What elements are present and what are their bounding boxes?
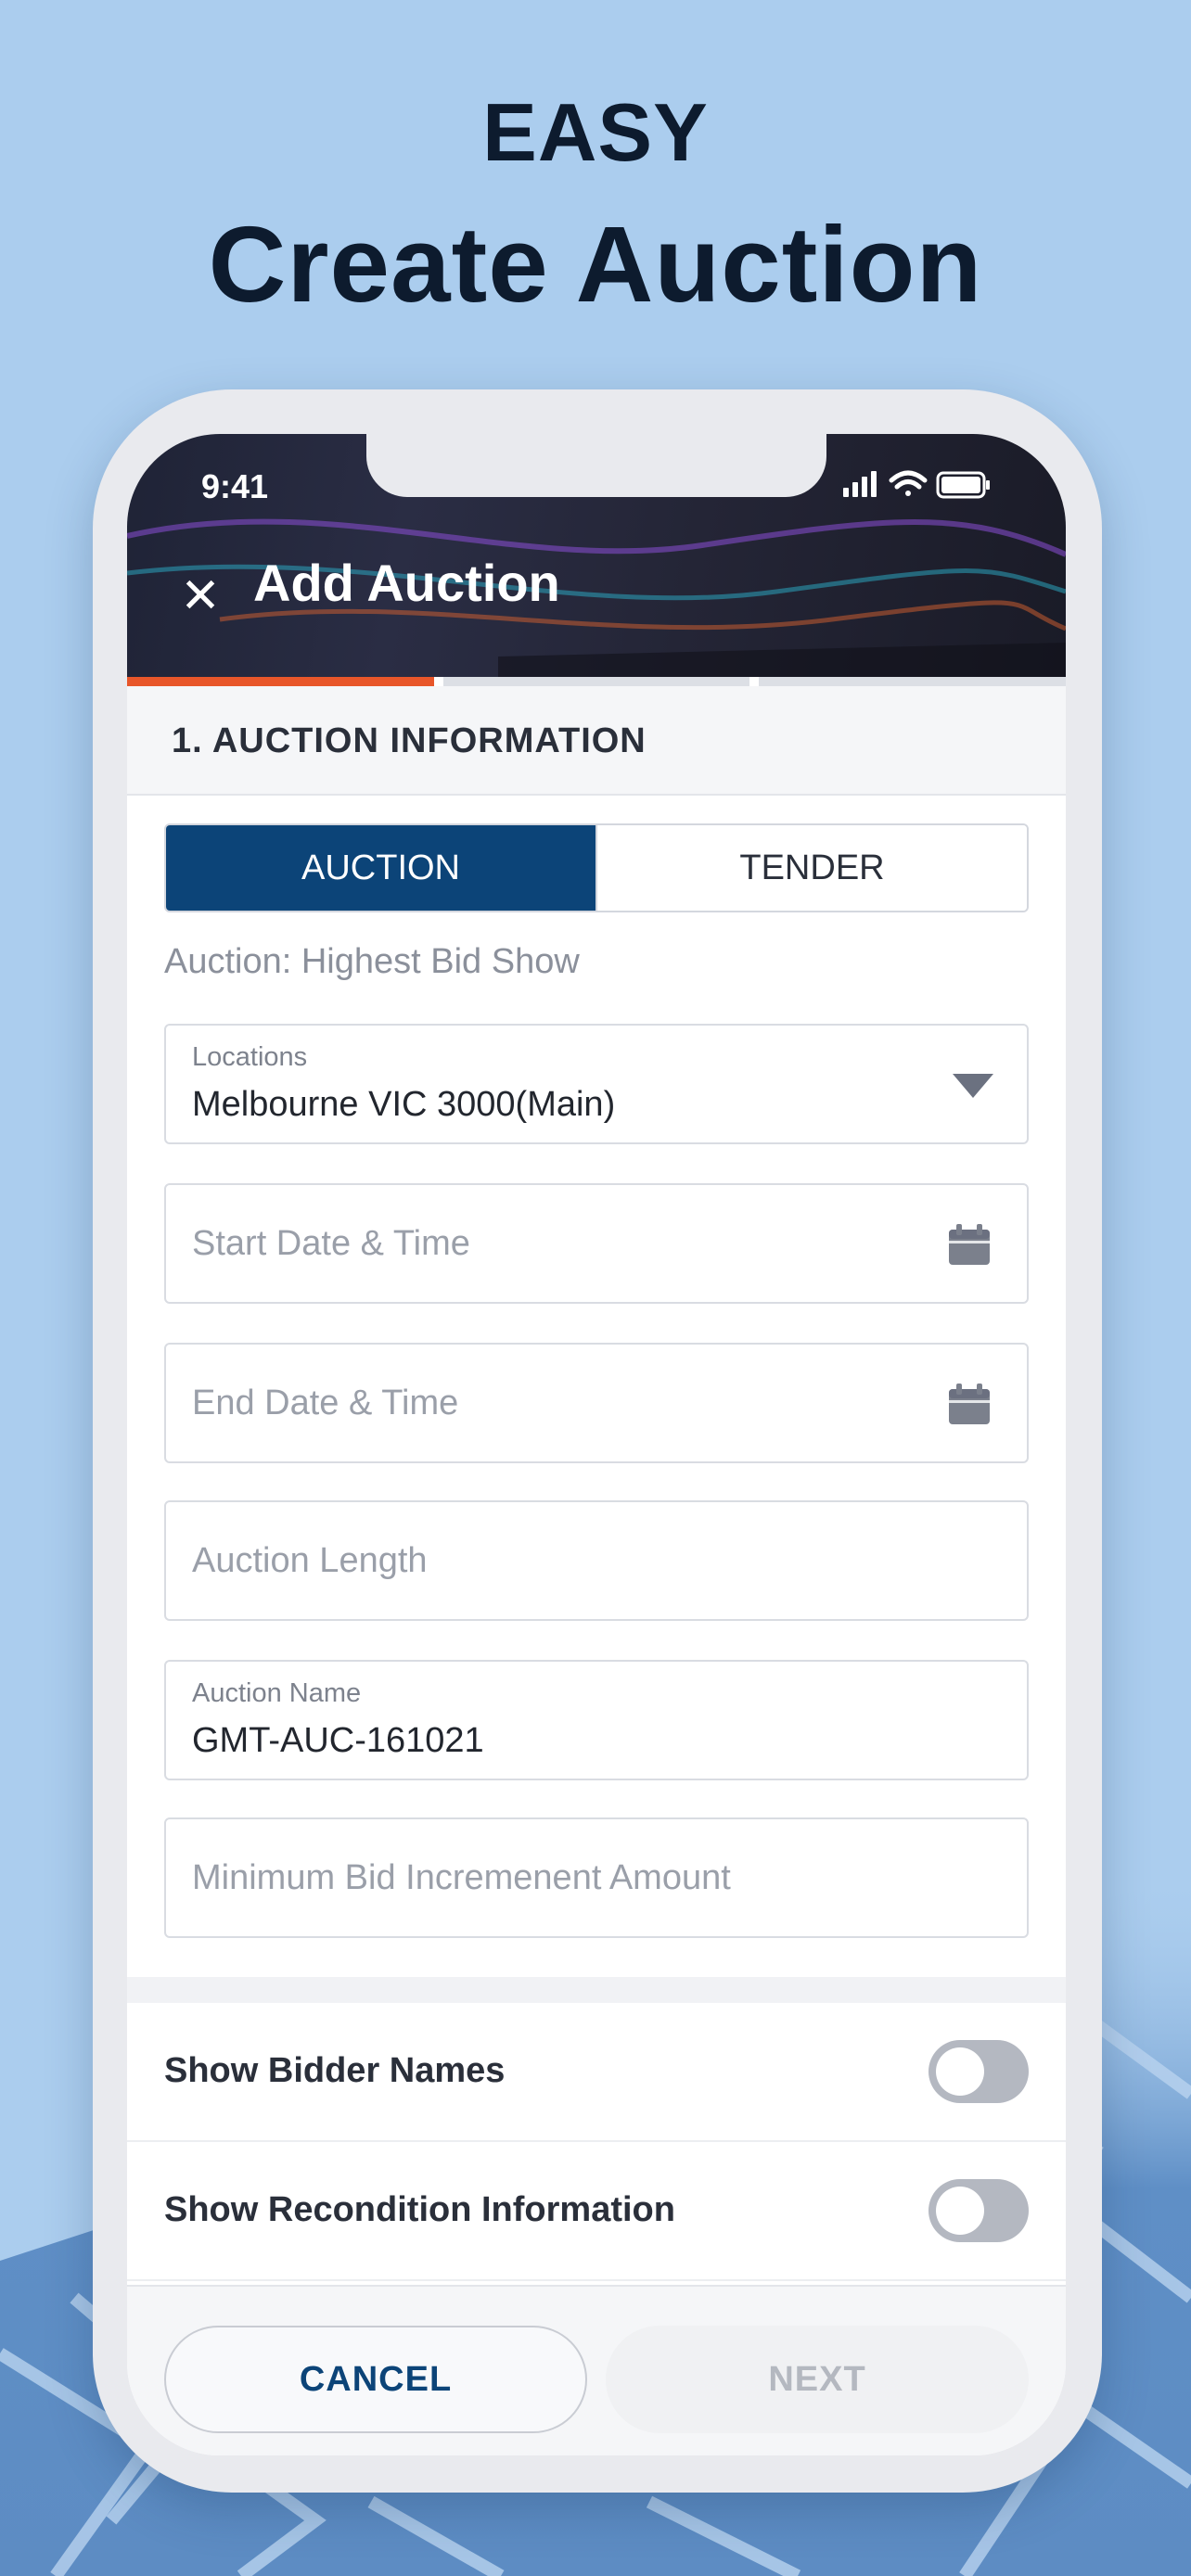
- min-bid-increment-field[interactable]: Minimum Bid Incremenent Amount: [164, 1817, 1029, 1938]
- auction-name-value: GMT-AUC-161021: [192, 1721, 484, 1760]
- show-bidder-names-toggle[interactable]: [928, 2040, 1029, 2103]
- locations-select[interactable]: Locations Melbourne VIC 3000(Main): [164, 1024, 1029, 1144]
- step-progress: [127, 677, 1066, 686]
- auction-type-toggle: AUCTION TENDER: [164, 823, 1029, 912]
- auction-type-auction[interactable]: AUCTION: [166, 825, 596, 911]
- next-button[interactable]: NEXT: [606, 2326, 1029, 2433]
- cancel-button[interactable]: CANCEL: [164, 2326, 587, 2433]
- header-banner: 9:41 ✕ Add Auction: [127, 434, 1066, 677]
- locations-value: Melbourne VIC 3000(Main): [192, 1085, 616, 1124]
- auction-length-placeholder: Auction Length: [192, 1541, 428, 1580]
- end-date-placeholder: End Date & Time: [192, 1384, 459, 1422]
- show-bidder-names-label: Show Bidder Names: [164, 2051, 506, 2090]
- battery-icon: [936, 471, 990, 499]
- show-bidder-names-row: Show Bidder Names: [127, 2003, 1066, 2142]
- dropdown-arrow-icon: [953, 1074, 993, 1098]
- progress-step-3: [759, 677, 1066, 686]
- app-screen: 9:41 ✕ Add Auction 1. AUCTION INFORMATIO…: [127, 434, 1066, 2455]
- show-recondition-row: Show Recondition Information: [127, 2142, 1066, 2281]
- wifi-icon: [889, 470, 928, 496]
- section-header: 1. AUCTION INFORMATION: [127, 686, 1066, 796]
- start-date-field[interactable]: Start Date & Time: [164, 1183, 1029, 1304]
- promo-headline: Create Auction: [208, 204, 983, 325]
- signal-icon: [843, 471, 877, 497]
- show-recondition-toggle[interactable]: [928, 2179, 1029, 2242]
- promo-eyebrow: EASY: [482, 86, 709, 178]
- toggle-knob: [936, 2187, 984, 2235]
- locations-label: Locations: [192, 1042, 308, 1072]
- page-title: Add Auction: [253, 554, 560, 612]
- footer-actions: CANCEL NEXT: [127, 2285, 1066, 2455]
- progress-step-2: [442, 677, 750, 686]
- status-time: 9:41: [201, 467, 269, 505]
- min-bid-increment-placeholder: Minimum Bid Incremenent Amount: [192, 1858, 731, 1897]
- status-icons: [843, 470, 990, 499]
- calendar-icon[interactable]: [947, 1222, 992, 1267]
- toggle-knob: [936, 2047, 984, 2096]
- auction-name-label: Auction Name: [192, 1678, 362, 1708]
- auction-length-field[interactable]: Auction Length: [164, 1500, 1029, 1621]
- auction-type-tender[interactable]: TENDER: [596, 825, 1027, 911]
- show-recondition-label: Show Recondition Information: [164, 2190, 675, 2229]
- progress-step-1: [127, 677, 434, 686]
- section-divider: [127, 1977, 1066, 2003]
- auction-type-helper: Auction: Highest Bid Show: [164, 942, 580, 981]
- start-date-placeholder: Start Date & Time: [192, 1224, 470, 1263]
- end-date-field[interactable]: End Date & Time: [164, 1343, 1029, 1463]
- close-icon[interactable]: ✕: [168, 564, 233, 629]
- device-notch: [366, 434, 826, 497]
- section-title: 1. AUCTION INFORMATION: [172, 721, 647, 760]
- auction-name-field[interactable]: Auction Name GMT-AUC-161021: [164, 1660, 1029, 1780]
- calendar-icon[interactable]: [947, 1382, 992, 1426]
